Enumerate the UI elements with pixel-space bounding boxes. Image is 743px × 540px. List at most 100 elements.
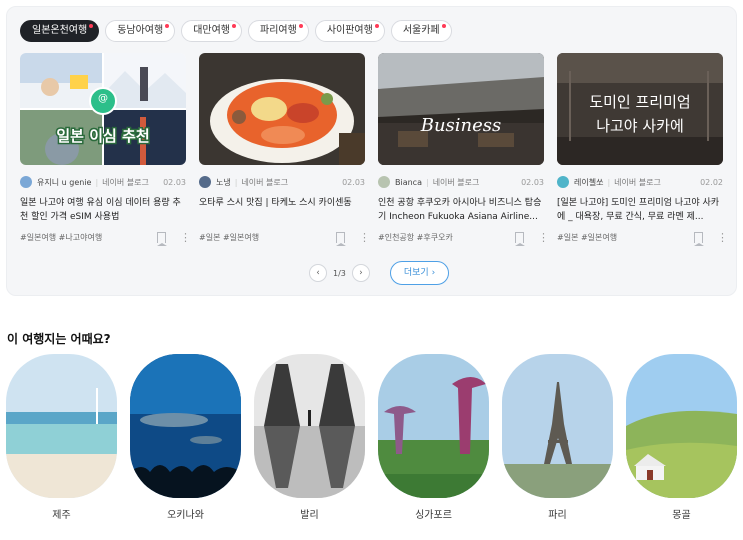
source-label: 네이버 블로그 (432, 177, 480, 187)
destination-paris[interactable]: 파리 (502, 354, 613, 521)
destination-okinawa[interactable]: 오키나와 (130, 354, 241, 521)
more-options-icon[interactable]: ⋮ (180, 231, 191, 244)
tab-label: 서울카페 (402, 25, 440, 36)
tab-seoul-cafe[interactable]: 서울카페 (390, 20, 452, 42)
tab-label: 파리여행 (260, 25, 297, 36)
new-dot (89, 24, 94, 28)
post-cards: @ 일본 이심 추천 유지니 u genie | 네이버 블로그 02.03 일… (20, 53, 728, 246)
pagination: ‹ 1/3 › 더보기 › (309, 261, 450, 285)
post-tags-row: #일본 #일본여행 ⋮ (199, 230, 370, 246)
source-label: 네이버 블로그 (614, 177, 661, 187)
avatar (378, 176, 390, 188)
post-card[interactable]: 도미인 프리미엄 나고야 사카에 레이첼쏘 | 네이버 블로그 02.02 [일… (557, 53, 728, 246)
post-meta: 유지니 u genie | 네이버 블로그 02.03 (20, 175, 186, 189)
source-label: 네이버 블로그 (241, 177, 289, 187)
destination-name: 파리 (548, 510, 567, 521)
destination-list: 제주 오키나와 발리 싱가포르 파리 몽골 (6, 354, 737, 521)
post-thumbnail[interactable]: @ 일본 이심 추천 (20, 53, 186, 165)
post-title[interactable]: 인천 공항 후쿠오카 아시아나 비즈니스 탑승기 Incheon Fukuoka… (378, 196, 544, 224)
destination-name: 오키나와 (167, 510, 204, 521)
badge-at-text: @ (98, 93, 108, 104)
post-tags[interactable]: #인천공항 #후쿠오카 (378, 232, 515, 243)
destination-image[interactable] (378, 354, 489, 498)
destination-jeju[interactable]: 제주 (6, 354, 117, 521)
post-meta: 레이첼쏘 | 네이버 블로그 02.02 (557, 175, 723, 189)
tab-label: 대만여행 (193, 25, 231, 36)
tab-japan-onsen[interactable]: 일본온천여행 (20, 20, 100, 42)
post-tags[interactable]: #일본 #일본여행 (199, 232, 336, 243)
post-thumbnail[interactable] (199, 53, 365, 165)
more-options-icon[interactable]: ⋮ (717, 231, 728, 244)
destination-image[interactable] (502, 354, 613, 498)
source-label: 네이버 블로그 (102, 177, 149, 187)
author-name[interactable]: 유지니 u genie (37, 177, 91, 188)
post-meta: 노냉 | 네이버 블로그 02.03 (199, 175, 365, 189)
thumbnail-caption-line-2: 나고야 사카에 (596, 117, 684, 135)
divider: | (425, 177, 429, 187)
bookmark-icon[interactable] (336, 231, 346, 246)
divider: | (95, 177, 99, 187)
page-indicator: 1/3 (333, 268, 346, 278)
post-tags[interactable]: #일본 #일본여행 (557, 232, 694, 243)
topic-tabs: 일본온천여행 동남아여행 대만여행 파리여행 사이판여행 서울카페 (20, 20, 452, 42)
thumbnail-caption: 일본 이심 추천 (56, 127, 149, 145)
destination-name: 싱가포르 (415, 510, 452, 521)
next-page-button[interactable]: › (351, 264, 370, 282)
destination-image[interactable] (6, 354, 117, 498)
thumbnail-caption: Business (420, 115, 502, 136)
tab-paris[interactable]: 파리여행 (248, 20, 309, 42)
post-title[interactable]: [일본 나고야] 도미인 프리미엄 나고야 사카에 _ 대욕장, 무료 간식, … (557, 196, 723, 224)
new-dot (232, 24, 237, 28)
destination-mongolia[interactable]: 몽골 (626, 354, 737, 521)
tab-taiwan[interactable]: 대만여행 (181, 20, 243, 42)
avatar (20, 176, 32, 188)
destination-name: 발리 (300, 510, 319, 521)
author-name[interactable]: 노냉 (216, 177, 231, 188)
prev-page-button[interactable]: ‹ (309, 264, 327, 282)
post-date: 02.03 (342, 177, 365, 187)
destination-image[interactable] (130, 354, 241, 498)
post-thumbnail[interactable]: Business (378, 53, 544, 165)
author-name[interactable]: Bianca (395, 178, 422, 187)
tab-southeast-asia[interactable]: 동남아여행 (105, 20, 176, 42)
destination-image[interactable] (254, 354, 365, 498)
post-meta: Bianca | 네이버 블로그 02.03 (378, 175, 544, 189)
post-date: 02.03 (163, 177, 186, 187)
divider: | (607, 177, 611, 187)
post-thumbnail[interactable]: 도미인 프리미엄 나고야 사카에 (557, 53, 723, 165)
post-title[interactable]: 일본 나고야 여행 유심 이심 데이터 용량 추천 할인 가격 eSIM 사용법 (20, 196, 186, 224)
avatar (557, 176, 569, 188)
tab-label: 동남아여행 (117, 25, 164, 36)
new-dot (298, 24, 303, 28)
bookmark-icon[interactable] (157, 231, 167, 246)
post-card[interactable]: @ 일본 이심 추천 유지니 u genie | 네이버 블로그 02.03 일… (20, 53, 191, 246)
destination-name: 몽골 (672, 510, 691, 521)
divider: | (234, 177, 238, 187)
post-tags-row: #인천공항 #후쿠오카 ⋮ (378, 230, 549, 246)
post-tags[interactable]: #일본여행 #나고야여행 (20, 232, 157, 243)
bookmark-icon[interactable] (694, 231, 704, 246)
post-card[interactable]: 노냉 | 네이버 블로그 02.03 오타루 스시 맛집 | 타케노 스시 카이… (199, 53, 370, 246)
destination-bali[interactable]: 발리 (254, 354, 365, 521)
more-button[interactable]: 더보기 › (389, 261, 450, 285)
thumbnail-caption-line-1: 도미인 프리미엄 (589, 93, 690, 111)
post-tags-row: #일본여행 #나고야여행 ⋮ (20, 230, 191, 246)
more-options-icon[interactable]: ⋮ (538, 231, 549, 244)
post-card[interactable]: Business Bianca | 네이버 블로그 02.03 인천 공항 후쿠… (378, 53, 549, 246)
new-dot (374, 24, 379, 28)
destination-image[interactable] (626, 354, 737, 498)
avatar (199, 176, 211, 188)
post-tags-row: #일본 #일본여행 ⋮ (557, 230, 728, 246)
more-options-icon[interactable]: ⋮ (359, 231, 370, 244)
destination-singapore[interactable]: 싱가포르 (378, 354, 489, 521)
author-name[interactable]: 레이첼쏘 (574, 177, 603, 188)
bookmark-icon[interactable] (515, 231, 525, 246)
post-title[interactable]: 오타루 스시 맛집 | 타케노 스시 카이센동 (199, 196, 365, 224)
destination-name: 제주 (52, 510, 71, 521)
tab-saipan[interactable]: 사이판여행 (314, 20, 385, 42)
new-dot (165, 24, 170, 28)
post-date: 02.02 (700, 177, 723, 187)
new-dot (441, 24, 446, 28)
tab-label: 사이판여행 (326, 25, 373, 36)
post-date: 02.03 (521, 177, 544, 187)
